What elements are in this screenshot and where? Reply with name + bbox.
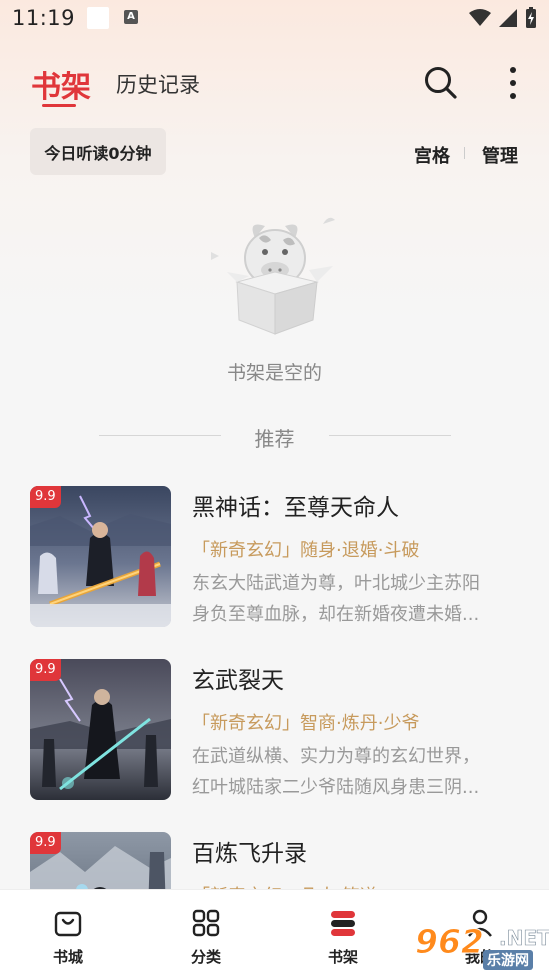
more-vertical-icon[interactable] [503,65,523,101]
nav-category[interactable]: 分类 [156,890,256,976]
notification-icon [87,7,109,29]
tab-active-indicator [42,104,76,107]
book-tags: 「新奇玄幻」随身·退婚·斗破 [192,540,420,561]
score-badge: 9.9 [30,832,61,854]
tab-history[interactable]: 历史记录 [116,69,200,99]
status-right-icons [469,7,537,29]
nav-bookshelf[interactable]: 书架 [293,890,393,976]
book-title[interactable]: 百炼飞升录 [192,834,307,868]
book-title[interactable]: 玄武裂天 [192,661,284,695]
book-description-line: 在武道纵横、实力为尊的玄幻世界， [192,746,480,767]
book-description-line: 红叶城陆家二少爷陆随风身患三阴... [192,777,480,798]
watermark-sub: 乐游网 [483,950,533,970]
score-badge: 9.9 [30,659,61,681]
nav-label: 书城 [52,948,83,966]
grid-icon [192,909,220,937]
watermark-number: 962 [415,922,485,962]
battery-icon [526,7,536,28]
book-title[interactable]: 黑神话：至尊天命人 [192,488,399,522]
score-badge: 9.9 [30,486,61,508]
recommend-label: 推荐 [254,427,295,451]
watermark-logo: 962 .NET 乐游网 [413,920,549,972]
book-item[interactable]: 9.9 玄武裂天 「新奇玄幻」智商·炼丹·少爷 在武道纵横、实力为尊的玄幻世界，… [30,659,530,801]
signal-icon [499,9,517,27]
watermark-net: .NET [499,926,549,951]
book-cover[interactable]: 9.9 [30,486,171,627]
book-item[interactable]: 9.9 黑神话：至尊天命人 「新奇玄幻」随身·退婚·斗破 东玄大陆武道为尊，叶北… [30,486,530,628]
manage-button[interactable]: 管理 [482,142,518,168]
search-icon[interactable] [423,65,459,101]
book-description: 东玄大陆武道为尊，叶北城少主苏阳 身负至尊血脉，却在新婚夜遭未婚... [192,568,508,630]
nav-label: 分类 [190,948,221,966]
empty-shelf-text: 书架是空的 [226,362,322,384]
divider-right [329,435,451,436]
tab-bookshelf[interactable]: 书架 [31,62,91,106]
nav-bookstore[interactable]: 书城 [18,890,118,976]
empty-cow-box-illustration [211,217,335,335]
font-notification-icon: A [124,10,138,24]
book-description: 在武道纵横、实力为尊的玄幻世界， 红叶城陆家二少爷陆随风身患三阴... [192,741,508,803]
wifi-icon [469,9,491,26]
status-bar: 11:19 A [0,0,549,38]
shopping-bag-icon [54,911,82,937]
nav-label: 书架 [327,948,358,966]
grid-view-button[interactable]: 宫格 [414,142,450,168]
header: 书架 历史记录 [0,50,549,120]
books-stack-icon [331,911,355,936]
book-description-line: 东玄大陆武道为尊，叶北城少主苏阳 [192,573,480,594]
book-description-line: 身负至尊血脉，却在新婚夜遭未婚... [192,604,480,625]
book-cover[interactable]: 9.9 [30,659,171,800]
divider [464,147,465,159]
status-time: 11:19 [12,6,76,30]
book-tags: 「新奇玄幻」智商·炼丹·少爷 [192,713,420,734]
today-read-time[interactable]: 今日听读0分钟 [30,128,166,175]
